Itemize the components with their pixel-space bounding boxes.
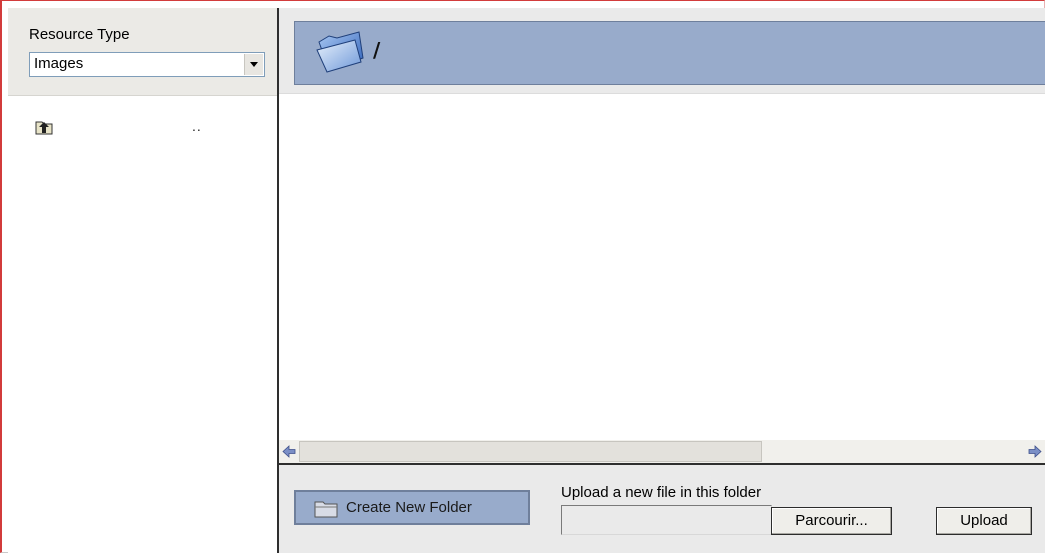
upload-button[interactable]: Upload: [936, 507, 1032, 535]
file-listing-area[interactable]: [279, 94, 1045, 440]
upload-instruction-label: Upload a new file in this folder: [561, 484, 762, 501]
new-folder-icon: [314, 501, 338, 518]
arrow-right-icon[interactable]: [1027, 443, 1043, 460]
upload-file-path-field[interactable]: [561, 505, 772, 535]
parent-folder-label: ..: [192, 118, 202, 134]
open-folder-icon: [316, 31, 364, 73]
resource-type-value: Images: [34, 55, 84, 72]
arrow-left-icon[interactable]: [281, 443, 297, 460]
resource-type-select[interactable]: Images: [29, 52, 265, 77]
resource-type-label: Resource Type: [29, 26, 130, 43]
resource-type-panel: Resource Type Images: [8, 8, 277, 96]
horizontal-scrollbar[interactable]: [279, 440, 1045, 463]
create-new-folder-button[interactable]: Create New Folder: [294, 490, 530, 525]
chevron-down-icon[interactable]: [244, 54, 263, 75]
current-path-bar: /: [294, 21, 1045, 85]
scrollbar-thumb[interactable]: [299, 441, 762, 462]
folder-up-icon: [35, 121, 53, 135]
folder-list: ..: [8, 96, 277, 553]
browse-button[interactable]: Parcourir...: [771, 507, 892, 535]
create-new-folder-label: Create New Folder: [346, 499, 472, 516]
current-path-text: /: [373, 38, 381, 62]
